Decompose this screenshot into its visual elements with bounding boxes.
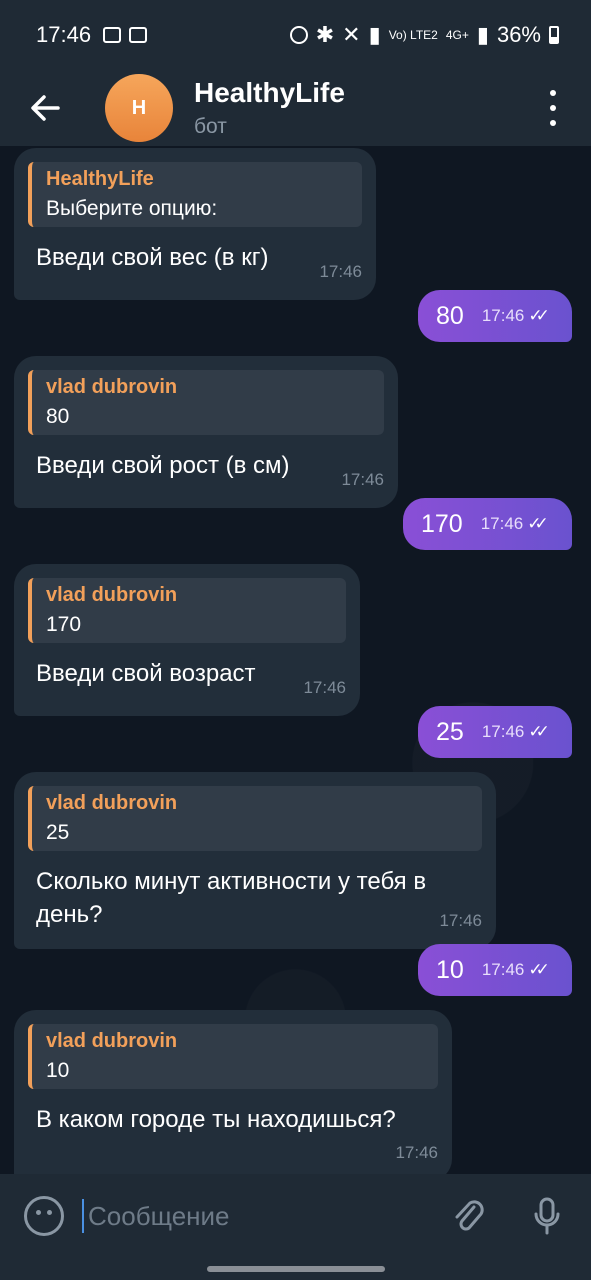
message-text: Введи свой возраст 17:46	[28, 657, 346, 697]
incoming-message[interactable]: vlad dubrovin 80 Введи свой рост (в см) …	[14, 356, 398, 508]
image-icon	[103, 27, 122, 43]
emoji-icon[interactable]	[24, 1196, 64, 1236]
dot-icon	[550, 90, 556, 96]
battery-percent: 36%	[496, 22, 541, 47]
incoming-message[interactable]: HealthyLife Выберите опцию: Введи свой в…	[14, 148, 376, 300]
message-time: 17:46	[480, 514, 524, 533]
outgoing-message[interactable]: 80 17:46 ✓✓	[418, 290, 572, 342]
outgoing-message[interactable]: 170 17:46 ✓✓	[403, 498, 572, 550]
chat-header: H HealthyLife бот	[0, 70, 591, 146]
message-time: 17:46	[481, 960, 525, 979]
volte-label: Vo) LTE2	[388, 28, 438, 42]
outgoing-message[interactable]: 10 17:46 ✓✓	[418, 944, 572, 996]
reply-quote[interactable]: HealthyLife Выберите опцию:	[28, 162, 362, 227]
home-indicator[interactable]	[207, 1266, 385, 1272]
reply-text: 80	[46, 405, 70, 428]
double-check-icon: ✓✓	[528, 960, 549, 979]
reply-author: vlad dubrovin	[46, 584, 178, 606]
message-text: 170	[421, 509, 463, 538]
bluetooth-icon: ✱	[315, 22, 335, 47]
microphone-icon	[534, 1197, 560, 1235]
back-button[interactable]	[0, 70, 90, 146]
message-composer: Сообщение	[0, 1174, 591, 1258]
reply-quote[interactable]: vlad dubrovin 25	[28, 786, 482, 851]
incoming-message[interactable]: vlad dubrovin 10 В каком городе ты наход…	[14, 1010, 452, 1174]
reply-text: 25	[46, 821, 70, 844]
chat-title-block[interactable]: HealthyLife бот	[194, 77, 345, 139]
reply-author: vlad dubrovin	[46, 376, 178, 398]
attach-button[interactable]	[449, 1196, 489, 1236]
message-time: 17:46	[481, 722, 525, 741]
reply-quote[interactable]: vlad dubrovin 170	[28, 578, 346, 643]
message-time: 17:46	[481, 306, 525, 325]
battery-icon	[549, 26, 559, 44]
message-text: Введи свой вес (в кг) 17:46	[28, 241, 362, 281]
dot-icon	[550, 105, 556, 111]
outgoing-message[interactable]: 25 17:46 ✓✓	[418, 706, 572, 758]
incoming-message[interactable]: vlad dubrovin 25 Сколько минут активност…	[14, 772, 496, 949]
chat-title: HealthyLife	[194, 77, 345, 108]
reply-author: vlad dubrovin	[46, 1030, 178, 1052]
message-list[interactable]: HealthyLife Выберите опцию: Введи свой в…	[0, 146, 591, 1174]
message-text: Сколько минут активности у тебя в день? …	[28, 865, 482, 931]
paperclip-icon	[455, 1200, 484, 1231]
signal-icon: ▮	[476, 22, 489, 47]
message-time: 17:46	[439, 911, 482, 930]
arrow-left-icon	[31, 95, 60, 121]
message-text: В каком городе ты находишься? 17:46	[36, 1106, 438, 1162]
reply-author: HealthyLife	[46, 168, 154, 190]
reply-text: 10	[46, 1059, 70, 1082]
message-time: 17:46	[319, 262, 362, 281]
dot-icon	[550, 120, 556, 126]
reply-text: Выберите опцию:	[46, 197, 218, 220]
double-check-icon: ✓✓	[528, 306, 549, 325]
double-check-icon: ✓✓	[528, 722, 549, 741]
status-bar: 17:46 ✱ ✕ ▮ Vo) LTE2 4G+ ▮ 36%	[0, 0, 591, 70]
avatar[interactable]: H	[105, 74, 173, 142]
signal-icon: ▮	[368, 22, 381, 47]
message-text: Введи свой рост (в см) 17:46	[28, 449, 384, 489]
double-check-icon: ✓✓	[527, 514, 548, 533]
message-text: 10	[436, 955, 464, 984]
incoming-message[interactable]: vlad dubrovin 170 Введи свой возраст 17:…	[14, 564, 360, 716]
message-input[interactable]: Сообщение	[82, 1199, 449, 1233]
message-time: 17:46	[341, 470, 384, 489]
message-time: 17:46	[395, 1143, 438, 1162]
more-menu-button[interactable]	[543, 86, 563, 130]
gesture-bar	[0, 1258, 591, 1280]
reply-quote[interactable]: vlad dubrovin 80	[28, 370, 384, 435]
network-label: 4G+	[445, 28, 469, 42]
message-text: 25	[436, 717, 464, 746]
chat-subtitle: бот	[194, 115, 227, 138]
reply-text: 170	[46, 613, 82, 636]
mute-icon: ✕	[342, 22, 361, 47]
message-time: 17:46	[303, 678, 346, 697]
microphone-button[interactable]	[527, 1196, 567, 1236]
tasks-icon	[129, 27, 148, 43]
reply-quote[interactable]: vlad dubrovin 10	[28, 1024, 438, 1089]
alarm-icon	[289, 26, 308, 44]
status-time: 17:46	[36, 22, 92, 47]
reply-author: vlad dubrovin	[46, 792, 178, 814]
message-text: 80	[436, 301, 464, 330]
